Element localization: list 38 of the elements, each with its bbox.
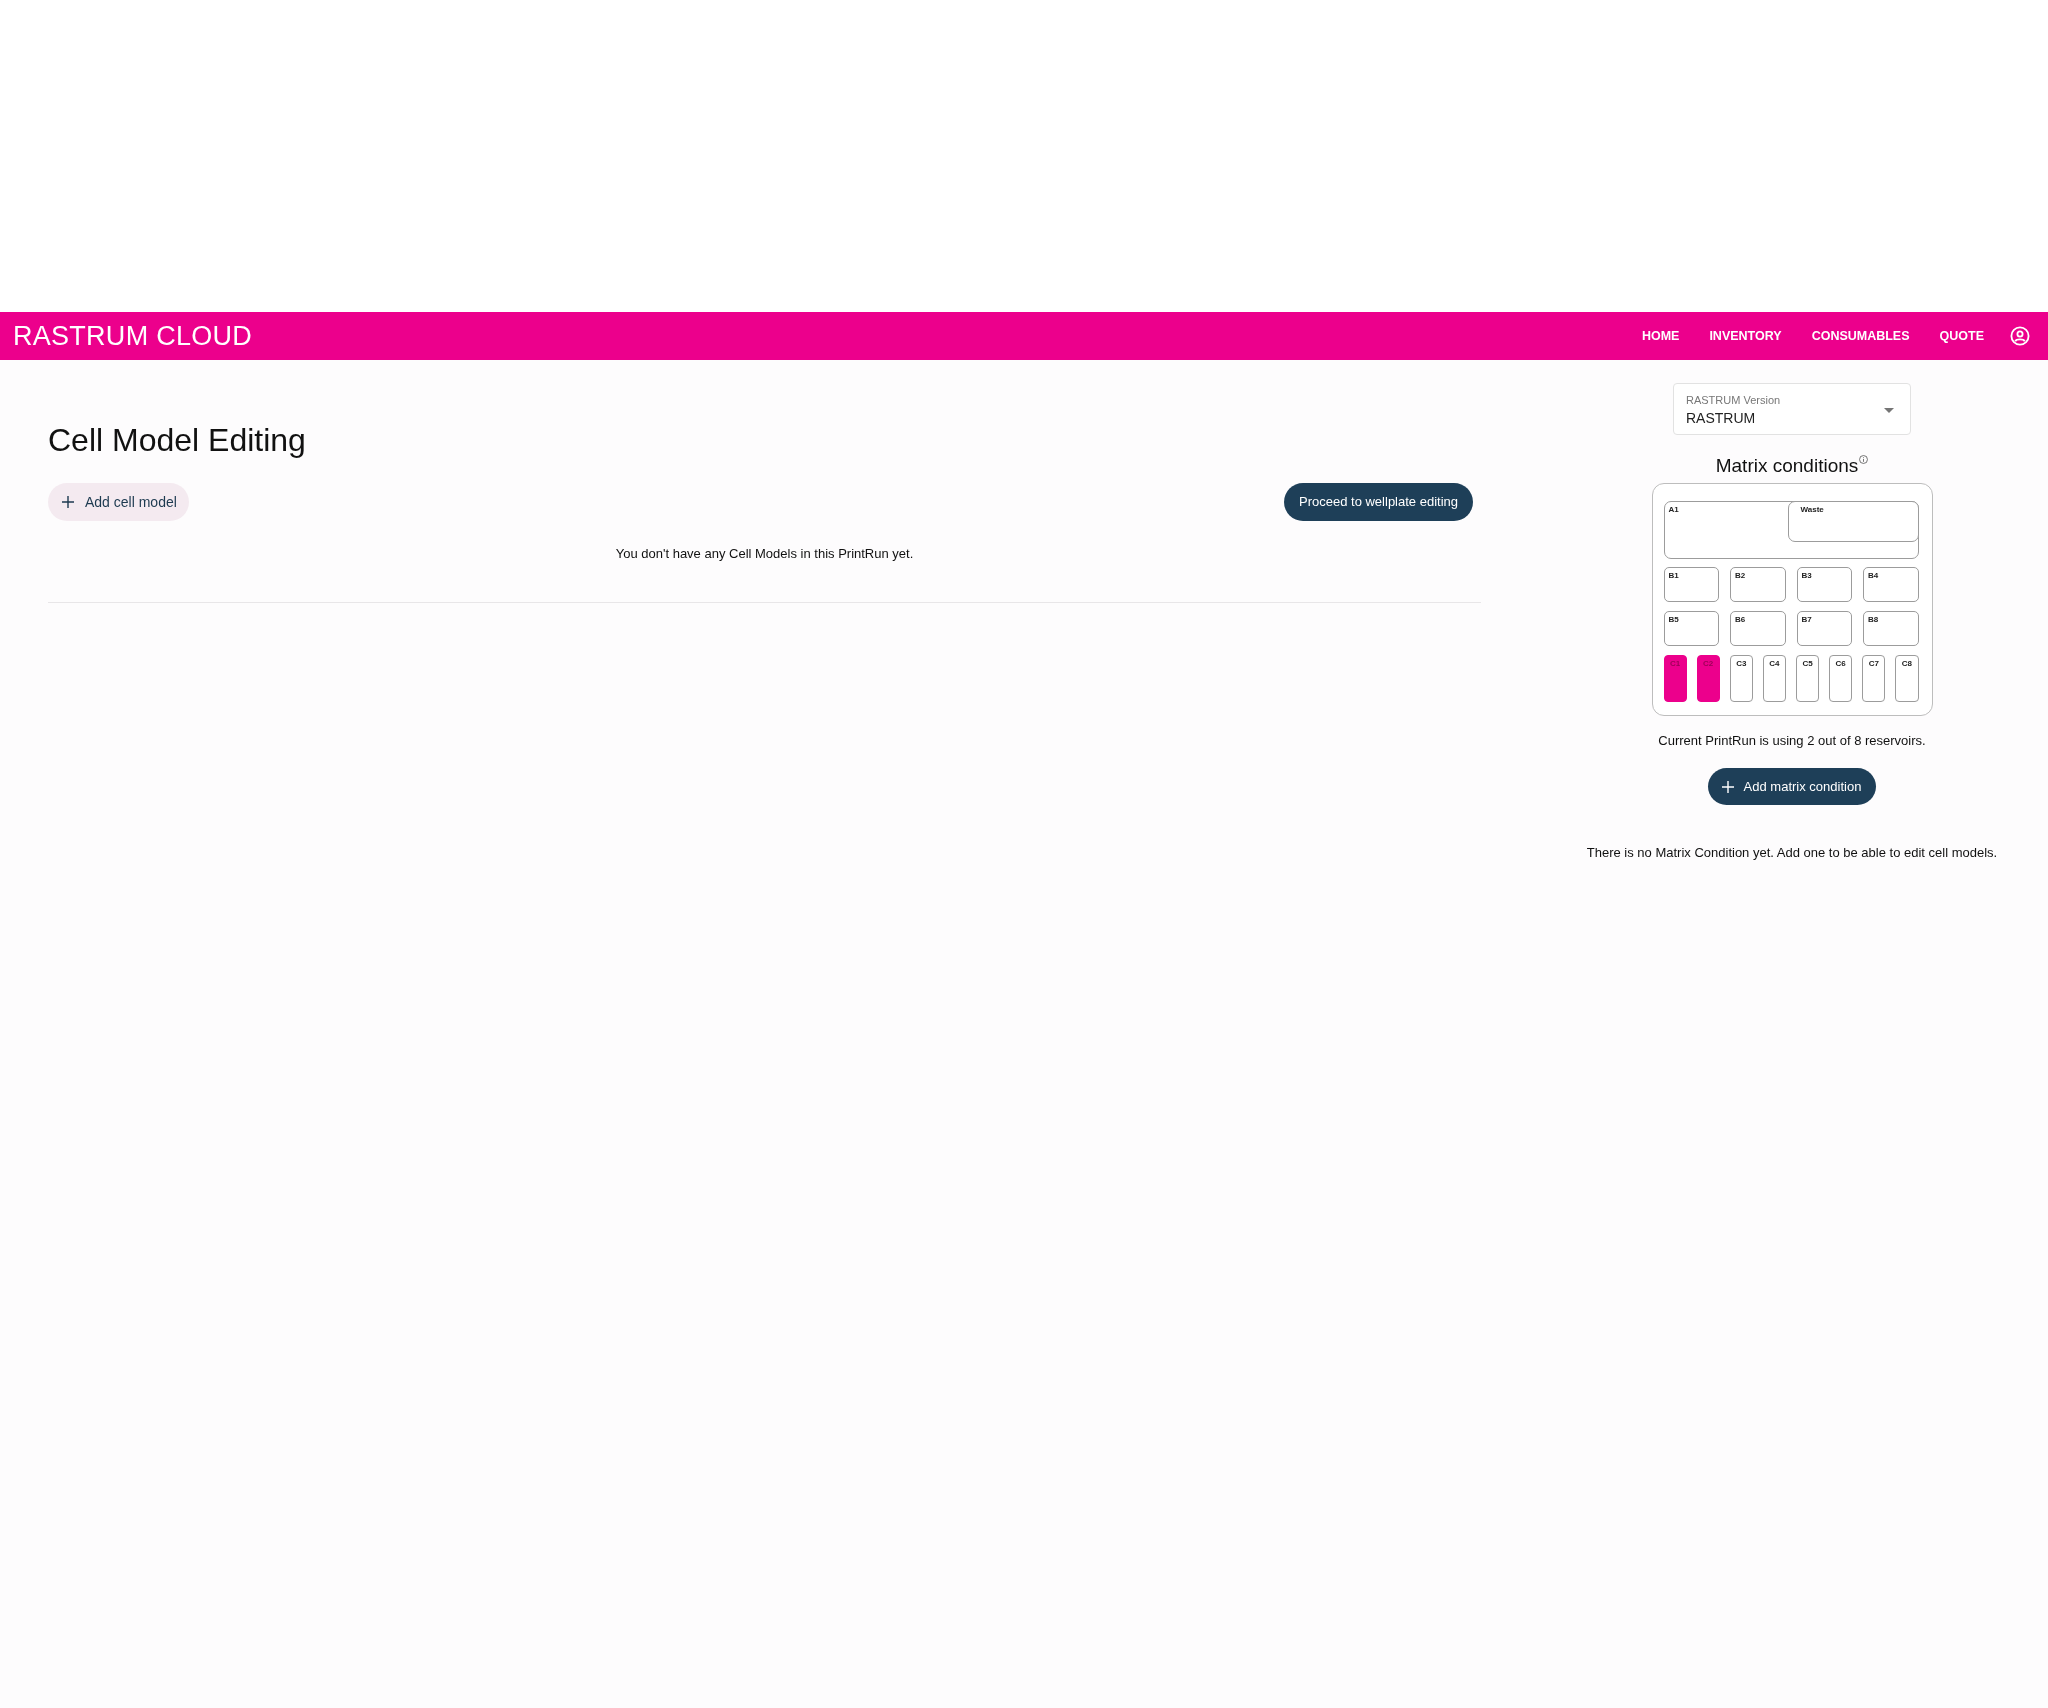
well: B5 — [1663, 611, 1719, 647]
user-icon[interactable] — [2010, 326, 2030, 346]
add-matrix-button[interactable]: Add matrix condition — [1707, 768, 1877, 805]
well: B7 — [1796, 611, 1852, 647]
nav-link[interactable]: INVENTORY — [1709, 328, 1782, 344]
field-value: RASTRUM — [1686, 409, 1756, 427]
well: Waste — [1787, 501, 1919, 542]
empty-message: You don't have any Cell Models in this PrintRun yet. — [614, 545, 915, 563]
info-icon — [1859, 455, 1869, 464]
well: C1 — [1663, 655, 1687, 702]
usage-text: Current PrintRun is using 2 out of 8 reservoirs. — [1658, 732, 1926, 750]
nav-link[interactable]: CONSUMABLES — [1811, 328, 1910, 344]
section-title: Matrix conditions — [1715, 454, 1859, 478]
well: C2 — [1696, 655, 1720, 702]
well: C4 — [1762, 655, 1786, 702]
field-label: RASTRUM Version — [1686, 393, 1781, 407]
well: C6 — [1829, 655, 1853, 702]
well: C5 — [1796, 655, 1820, 702]
nav-link[interactable]: QUOTE — [1939, 328, 1984, 344]
well: B8 — [1863, 611, 1919, 647]
empty-message: There is no Matrix Condition yet. Add one to be able to edit cell models. — [1586, 844, 1998, 862]
well: B6 — [1730, 611, 1786, 647]
well: C3 — [1729, 655, 1753, 702]
well: B2 — [1730, 567, 1786, 603]
caret-icon — [1884, 408, 1894, 413]
well: B4 — [1863, 567, 1919, 603]
plus-icon — [1721, 780, 1734, 793]
well: B1 — [1663, 567, 1719, 603]
well: C8 — [1895, 655, 1919, 702]
add-button[interactable]: Add cell model — [48, 483, 189, 521]
nav-link[interactable]: HOME — [1641, 328, 1680, 344]
app-logo: RASTRUM CLOUD — [13, 321, 253, 351]
well: C7 — [1862, 655, 1886, 702]
proceed-button[interactable]: Proceed to wellplate editing — [1284, 483, 1473, 521]
version-dropdown[interactable]: RASTRUM Version RASTRUM — [1673, 383, 1911, 435]
well: B3 — [1796, 567, 1852, 603]
plus-icon — [62, 496, 74, 508]
page-title: Cell Model Editing — [48, 421, 307, 460]
